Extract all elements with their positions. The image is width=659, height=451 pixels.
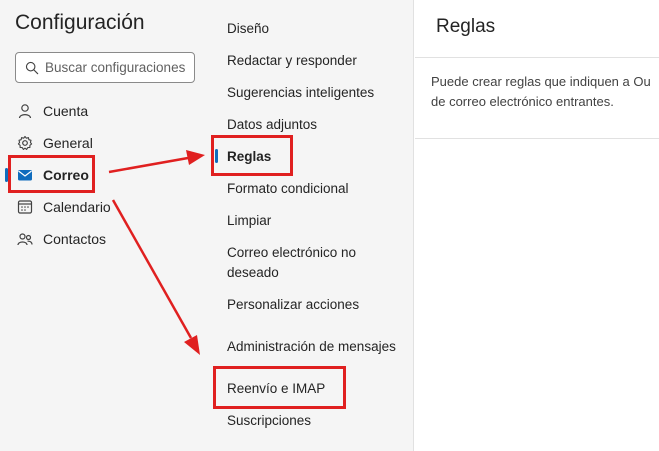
selected-indicator xyxy=(215,149,218,163)
menu-item-administracion[interactable]: Administración de mensajes xyxy=(227,337,396,357)
description-line: Puede crear reglas que indiquen a Ou xyxy=(431,74,651,89)
menu-item-suscripciones[interactable]: Suscripciones xyxy=(227,411,311,431)
divider xyxy=(415,138,659,139)
category-general[interactable]: General xyxy=(0,129,214,157)
category-label: Contactos xyxy=(43,231,107,247)
menu-item-diseno[interactable]: Diseño xyxy=(227,19,269,39)
settings-nav: Configuración Cuenta General Correo xyxy=(0,0,214,451)
rules-pane: Reglas Puede crear reglas que indiquen a… xyxy=(415,0,659,451)
menu-item-personalizar[interactable]: Personalizar acciones xyxy=(227,295,359,315)
menu-item-redactar[interactable]: Redactar y responder xyxy=(227,51,357,71)
category-contactos[interactable]: Contactos xyxy=(0,225,214,253)
pane-title: Reglas xyxy=(436,16,496,37)
settings-title: Configuración xyxy=(15,11,145,34)
search-box[interactable] xyxy=(15,52,195,83)
menu-item-formato[interactable]: Formato condicional xyxy=(227,179,349,199)
menu-item-limpiar[interactable]: Limpiar xyxy=(227,211,271,231)
person-icon xyxy=(18,104,32,119)
category-label: Calendario xyxy=(43,199,111,215)
category-calendario[interactable]: Calendario xyxy=(0,193,214,221)
description-line: de correo electrónico entrantes. xyxy=(431,94,614,109)
calendar-icon xyxy=(17,200,33,214)
people-icon xyxy=(17,233,33,246)
mail-icon xyxy=(18,170,32,181)
menu-item-reglas[interactable]: Reglas xyxy=(227,147,271,167)
menu-item-no-deseado[interactable]: Correo electrónico no deseado xyxy=(227,243,377,283)
gear-icon xyxy=(17,135,33,150)
category-cuenta[interactable]: Cuenta xyxy=(0,97,214,125)
search-input[interactable] xyxy=(45,60,195,75)
category-label: Cuenta xyxy=(43,103,89,119)
pane-description: Puede crear reglas que indiquen a Ou de … xyxy=(431,72,659,112)
search-icon xyxy=(25,61,39,74)
menu-item-reenvio-imap[interactable]: Reenvío e IMAP xyxy=(227,379,325,399)
selected-indicator xyxy=(5,168,8,182)
menu-item-adjuntos[interactable]: Datos adjuntos xyxy=(227,115,317,135)
category-label: Correo xyxy=(43,167,89,183)
divider xyxy=(415,57,659,58)
category-correo[interactable]: Correo xyxy=(0,161,214,189)
category-label: General xyxy=(43,135,93,151)
menu-item-sugerencias[interactable]: Sugerencias inteligentes xyxy=(227,83,374,103)
